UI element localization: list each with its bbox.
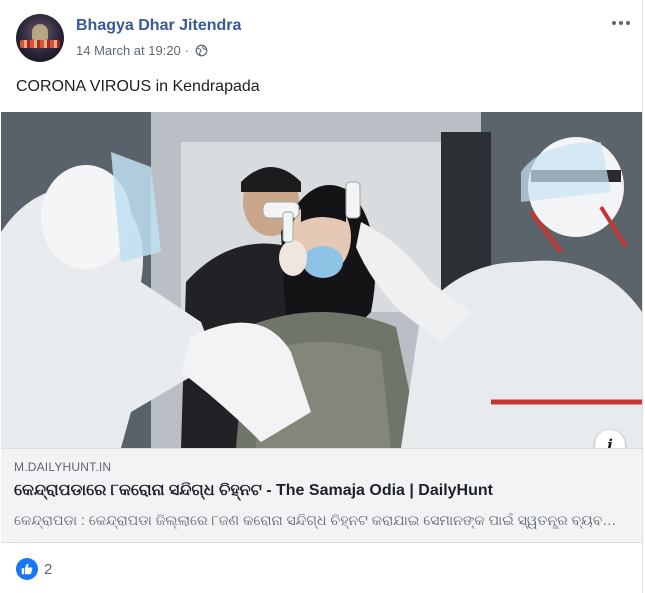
author-name[interactable]: Bhagya Dhar Jitendra [76, 17, 241, 35]
post-text: CORONA VIROUS in Kendrapada [16, 78, 260, 95]
photo-illustration [1, 112, 642, 448]
reaction-summary[interactable]: 2 [16, 558, 52, 580]
meta-separator: · [184, 43, 190, 58]
post-timestamp[interactable]: 14 March at 19:20 [76, 43, 181, 58]
link-title[interactable]: କେନ୍ଦ୍ରାପଡାରେ ୮କରୋନା ସନ୍ଦିଗ୍ଧ ଚିହ୍ନଟ - T… [14, 482, 493, 500]
post-card: Bhagya Dhar Jitendra 14 March at 19:20 ·… [0, 0, 643, 593]
link-description: କେନ୍ଦ୍ରାପଡା : କେନ୍ଦ୍ରାପଡା ଜିଲ୍ଲାରେ ୮ଜଣ କ… [14, 512, 626, 528]
more-options-icon[interactable] [608, 14, 634, 32]
link-preview[interactable]: M.DAILYHUNT.IN କେନ୍ଦ୍ରାପଡାରେ ୮କରୋନା ସନ୍ଦ… [1, 448, 642, 543]
globe-icon[interactable] [195, 44, 208, 57]
post-meta: 14 March at 19:20 · [76, 43, 208, 58]
like-icon [16, 558, 38, 580]
link-domain: M.DAILYHUNT.IN [14, 460, 112, 474]
author-avatar[interactable] [16, 14, 64, 62]
post-photo[interactable] [1, 112, 642, 448]
reaction-count: 2 [44, 560, 53, 578]
